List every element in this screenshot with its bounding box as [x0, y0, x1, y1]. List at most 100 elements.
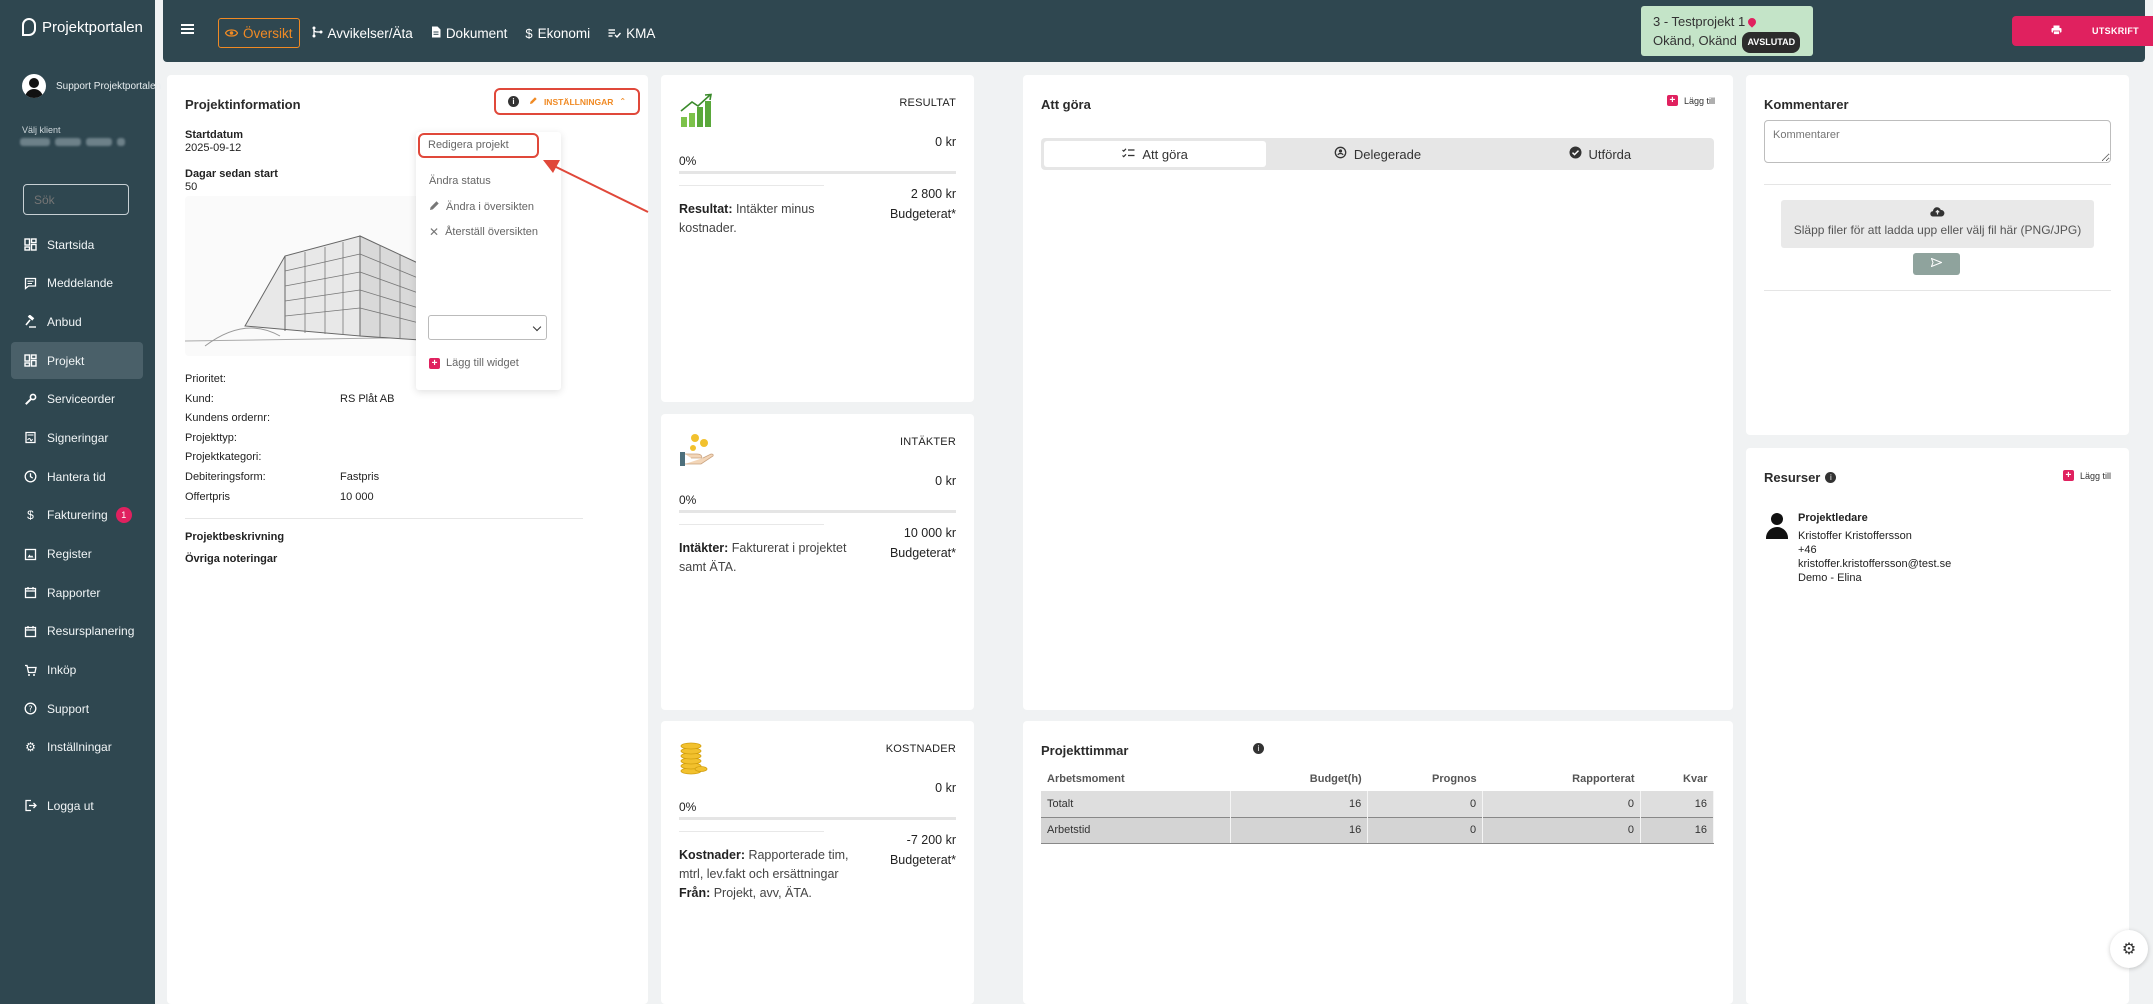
priority-label: Prioritet: — [185, 373, 226, 385]
print-button[interactable]: UTSKRIFT — [2012, 16, 2153, 46]
floating-settings-button[interactable]: ⚙ — [2110, 930, 2148, 968]
income-progress-bar — [679, 510, 956, 513]
tab-utforda[interactable]: Utförda — [1489, 141, 1711, 167]
message-icon — [24, 277, 37, 290]
sidebar-item-label: Signeringar — [47, 430, 109, 445]
cloud-upload-icon — [1781, 206, 2094, 220]
sidebar-item-signeringar[interactable]: Signeringar — [11, 419, 143, 456]
logout-icon — [24, 799, 37, 812]
tab-dokument[interactable]: Dokument — [425, 18, 514, 48]
tab-kma[interactable]: KMA — [602, 18, 661, 48]
sidebar-item-label: Fakturering — [47, 508, 108, 523]
sidebar-item-label: Hantera tid — [47, 469, 106, 484]
quote-price-value: 10 000 — [340, 491, 374, 503]
top-tabs: Översikt Avvikelser/Äta Dokument $ Ekono… — [218, 18, 667, 48]
settings-dropdown-menu: Redigera projekt Ändra status Ändra i öv… — [416, 132, 561, 390]
sidebar-item-register[interactable]: Register — [11, 536, 143, 573]
sidebar-item-support[interactable]: ? Support — [11, 690, 143, 727]
location-pin-icon — [1746, 16, 1758, 28]
result-budget-label: Budgeterat* — [889, 207, 956, 221]
customer-value: RS Plåt AB — [340, 393, 395, 405]
costs-card: KOSTNADER 0 kr 0% -7 200 kr Budgeterat* … — [661, 721, 974, 1004]
sidebar-item-resursplanering[interactable]: Resursplanering — [11, 613, 143, 650]
comment-input[interactable] — [1764, 120, 2111, 163]
sidebar-item-label: Support — [47, 701, 90, 716]
costs-amount: 0 kr — [935, 781, 956, 795]
settings-button[interactable]: i INSTÄLLNINGAR ⌃ — [494, 88, 640, 115]
resource-company: Demo - Elina — [1798, 572, 1862, 584]
billing-form-label: Debiteringsform: — [185, 471, 266, 483]
delegate-icon — [1334, 146, 1347, 162]
sidebar-item-fakturering[interactable]: $ Fakturering 1 — [11, 497, 143, 534]
column-header: Budget(h) — [1309, 772, 1362, 785]
client-label: Välj klient — [22, 125, 61, 135]
tab-avvikelser[interactable]: Avvikelser/Äta — [306, 18, 419, 48]
change-overview-menu-item[interactable]: Ändra i översikten — [429, 200, 534, 214]
tab-label: KMA — [626, 25, 656, 41]
info-icon[interactable]: i — [1253, 743, 1264, 754]
tab-oversikt[interactable]: Översikt — [218, 18, 300, 48]
tab-delegerade[interactable]: Delegerade — [1266, 141, 1488, 167]
sidebar-item-label: Resursplanering — [47, 624, 135, 639]
signature-icon — [24, 431, 37, 444]
user-profile[interactable]: Support Projektportalen — [22, 74, 161, 98]
reset-overview-menu-item[interactable]: ✕ Återställ översikten — [429, 225, 538, 239]
edit-project-menu-item[interactable]: Redigera projekt — [418, 133, 539, 158]
result-progress-bar — [679, 171, 956, 174]
sidebar-item-label: Meddelande — [47, 276, 114, 291]
file-dropzone[interactable]: Släpp filer för att ladda upp eller välj… — [1781, 200, 2094, 248]
send-button[interactable] — [1913, 253, 1960, 275]
resource-item[interactable]: Projektledare Kristoffer Kristoffersson … — [1764, 511, 1951, 585]
branch-icon — [312, 26, 323, 41]
customer-order-label: Kundens ordernr: — [185, 412, 270, 424]
add-resource-button[interactable]: + Lägg till — [2062, 470, 2111, 481]
widget-select[interactable] — [428, 315, 547, 340]
sidebar-item-startsida[interactable]: Startsida — [11, 226, 143, 263]
app-logo[interactable]: Projektportalen — [22, 18, 143, 36]
sidebar-item-installningar[interactable]: ⚙ Inställningar — [11, 729, 143, 766]
sidebar-item-projekt[interactable]: Projekt — [11, 342, 143, 380]
tab-ekonomi[interactable]: $ Ekonomi — [519, 18, 596, 48]
help-icon: ? — [24, 702, 37, 715]
table-row: Totalt 16 0 0 16 — [1041, 791, 1714, 817]
sidebar-item-hantera-tid[interactable]: Hantera tid — [11, 458, 143, 495]
customer-label: Kund: — [185, 393, 214, 405]
costs-progress-bar — [679, 817, 956, 820]
avatar — [22, 74, 46, 98]
sidebar-item-inkop[interactable]: Inköp — [11, 652, 143, 689]
client-selector[interactable] — [20, 138, 125, 146]
add-widget-menu-item[interactable]: + Lägg till widget — [429, 357, 519, 369]
days-since-start-value: 50 — [185, 181, 198, 193]
sidebar-item-rapporter[interactable]: Rapporter — [11, 574, 143, 611]
column-header: Prognos — [1432, 772, 1477, 785]
sidebar-item-serviceorder[interactable]: Serviceorder — [11, 381, 143, 418]
column-header: Arbetsmoment — [1047, 772, 1125, 785]
project-description-label: Projektbeskrivning — [185, 531, 285, 543]
project-category-label: Projektkategori: — [185, 451, 262, 463]
project-status-card[interactable]: 3 - Testprojekt 1 Okänd, Okänd AVSLUTAD — [1641, 6, 1813, 56]
logout-button[interactable]: Logga ut — [11, 787, 143, 824]
divider — [679, 831, 824, 832]
divider — [679, 185, 824, 186]
plus-icon: + — [429, 357, 440, 369]
menu-icon[interactable] — [181, 24, 194, 34]
info-icon[interactable]: i — [1825, 472, 1837, 483]
print-label: UTSKRIFT — [2092, 26, 2139, 36]
search-input[interactable] — [23, 184, 129, 215]
sidebar-item-label: Startsida — [47, 237, 95, 252]
change-status-menu-item[interactable]: Ändra status — [429, 175, 491, 187]
tab-att-gora[interactable]: Att göra — [1044, 141, 1267, 167]
income-description: Intäkter: Fakturerat i projektet samt ÄT… — [679, 539, 869, 577]
table-cell: 0 — [1367, 816, 1484, 844]
table-cell: 0 — [1482, 816, 1642, 844]
person-icon — [1764, 511, 1790, 543]
add-todo-button[interactable]: + Lägg till — [1666, 95, 1715, 106]
menu-item-label: Lägg till widget — [446, 357, 519, 369]
table-cell: Arbetstid — [1041, 816, 1232, 844]
sidebar-item-anbud[interactable]: Anbud — [11, 303, 143, 340]
pencil-icon — [529, 96, 538, 107]
sidebar-item-meddelande[interactable]: Meddelande — [11, 265, 143, 302]
clock-icon — [24, 470, 37, 483]
chevron-up-icon: ⌃ — [619, 97, 627, 106]
costs-description: Kostnader: Rapporterade tim, mtrl, lev.f… — [679, 846, 869, 903]
